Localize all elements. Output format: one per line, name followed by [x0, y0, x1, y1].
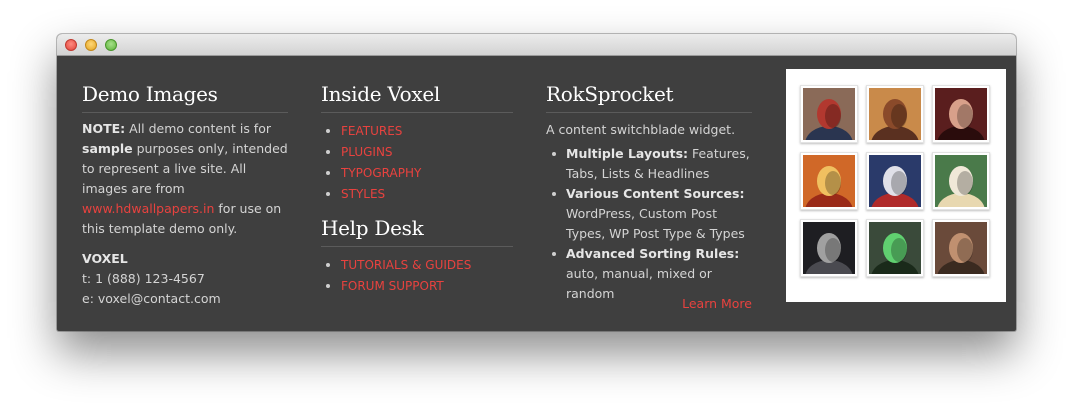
note-label: NOTE:	[82, 121, 126, 136]
email-address: e: voxel@contact.com	[82, 291, 221, 306]
hooded-man-portrait-image	[803, 222, 855, 274]
note-text-1: All demo content is for	[125, 121, 271, 136]
roksprocket-heading: RokSprocket	[546, 56, 752, 113]
feature-text: WordPress, Custom Post Types, WP Post Ty…	[566, 206, 745, 241]
blonde-girl-portrait-image	[935, 155, 987, 207]
inside-voxel-section: Inside Voxel FEATURES PLUGINS TYPOGRAPHY…	[321, 56, 513, 297]
maximize-window-button[interactable]	[105, 39, 117, 51]
feature-item: Various Content Sources: WordPress, Cust…	[546, 184, 752, 244]
window-titlebar	[57, 34, 1016, 56]
help-desk-links: TUTORIALS & GUIDES FORUM SUPPORT	[321, 255, 513, 297]
feature-item: Multiple Layouts: Features, Tabs, Lists …	[546, 144, 752, 184]
gallery-thumb-hooded-man[interactable]	[800, 219, 858, 277]
gallery-thumb-woman[interactable]	[932, 85, 990, 143]
image-gallery	[786, 69, 1006, 302]
gallery-thumb-adventurer[interactable]	[932, 219, 990, 277]
roksprocket-tagline: A content switchblade widget.	[546, 122, 736, 137]
warrior-portrait-image	[869, 88, 921, 140]
learn-more-link[interactable]: Learn More	[682, 296, 752, 311]
footer-panel: Demo Images NOTE: All demo content is fo…	[57, 56, 1016, 331]
feature-title: Advanced Sorting Rules:	[566, 246, 740, 261]
hdwallpapers-link[interactable]: www.hdwallpapers.in	[82, 201, 214, 216]
inside-voxel-heading: Inside Voxel	[321, 56, 513, 113]
gallery-thumb-blonde-girl[interactable]	[932, 152, 990, 210]
close-window-button[interactable]	[65, 39, 77, 51]
sample-word: sample	[82, 141, 133, 156]
demo-images-heading: Demo Images	[82, 56, 288, 113]
brand-name: VOXEL	[82, 251, 128, 266]
gallery-thumb-masked-ninja[interactable]	[800, 152, 858, 210]
contact-block: VOXEL t: 1 (888) 123-4567 e: voxel@conta…	[82, 249, 288, 309]
minimize-window-button[interactable]	[85, 39, 97, 51]
gallery-thumb-warrior[interactable]	[866, 85, 924, 143]
gallery-thumb-spider-man-mask[interactable]	[866, 152, 924, 210]
feature-title: Various Content Sources:	[566, 186, 745, 201]
help-desk-heading: Help Desk	[321, 205, 513, 247]
link-features[interactable]: FEATURES	[321, 121, 513, 142]
adventurer-portrait-image	[935, 222, 987, 274]
roksprocket-feature-list: Multiple Layouts: Features, Tabs, Lists …	[546, 144, 752, 304]
soldier-goggles-portrait-image	[869, 222, 921, 274]
roksprocket-section: RokSprocket A content switchblade widget…	[546, 56, 752, 326]
masked-ninja-portrait-image	[803, 155, 855, 207]
demo-images-section: Demo Images NOTE: All demo content is fo…	[82, 56, 288, 309]
link-plugins[interactable]: PLUGINS	[321, 142, 513, 163]
link-forum-support[interactable]: FORUM SUPPORT	[321, 276, 513, 297]
phone-number: t: 1 (888) 123-4567	[82, 271, 205, 286]
spider-man-mask-portrait-image	[869, 155, 921, 207]
woman-portrait-image	[935, 88, 987, 140]
feature-title: Multiple Layouts:	[566, 146, 689, 161]
demo-note-paragraph: NOTE: All demo content is for sample pur…	[82, 119, 288, 239]
gallery-thumb-soldier[interactable]	[866, 219, 924, 277]
gallery-thumb-spider-man[interactable]	[800, 85, 858, 143]
browser-window: Demo Images NOTE: All demo content is fo…	[57, 34, 1016, 331]
link-typography[interactable]: TYPOGRAPHY	[321, 163, 513, 184]
feature-item: Advanced Sorting Rules: auto, manual, mi…	[546, 244, 752, 304]
spider-man-portrait-image	[803, 88, 855, 140]
inside-voxel-links: FEATURES PLUGINS TYPOGRAPHY STYLES	[321, 121, 513, 205]
link-styles[interactable]: STYLES	[321, 184, 513, 205]
link-tutorials-guides[interactable]: TUTORIALS & GUIDES	[321, 255, 513, 276]
